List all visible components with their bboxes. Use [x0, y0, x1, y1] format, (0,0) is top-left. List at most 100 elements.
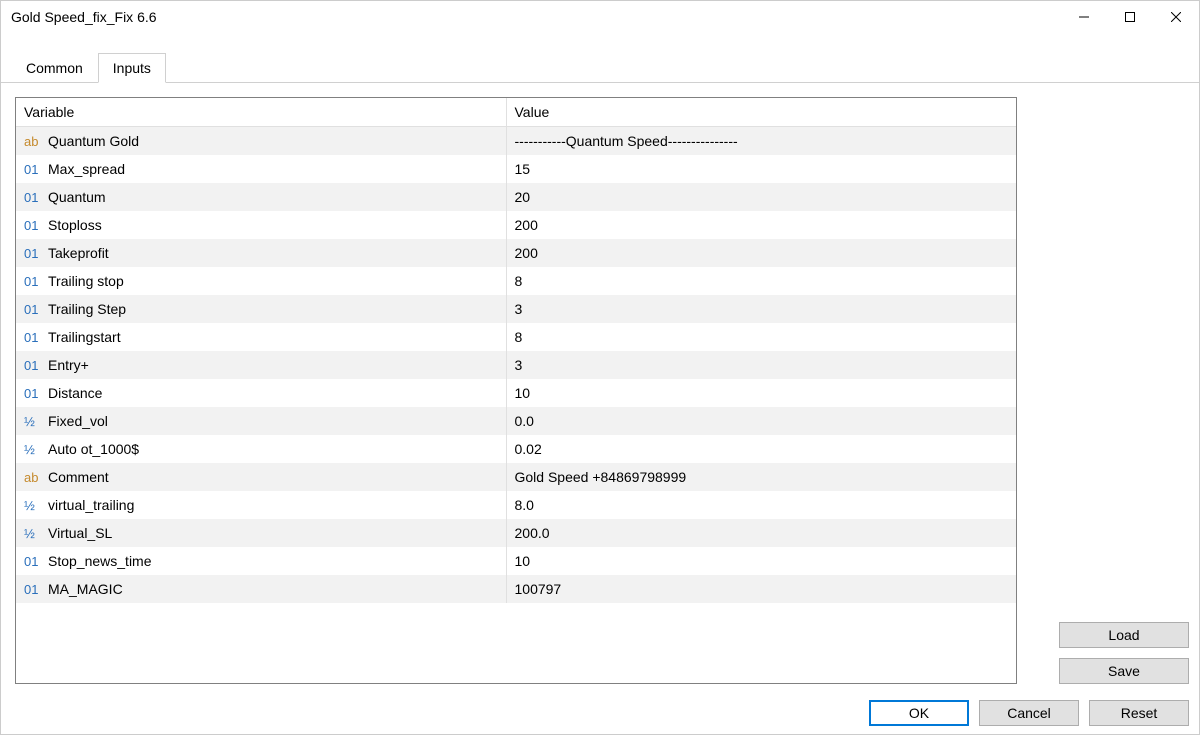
minimize-button[interactable]	[1061, 1, 1107, 33]
type-badge-ab: ab	[24, 470, 44, 485]
table-row[interactable]: 01 Entry+ 3	[16, 351, 1016, 379]
cell-variable: 01Trailingstart	[16, 323, 506, 351]
table-row[interactable]: 01 Stop_news_time 10	[16, 547, 1016, 575]
type-badge-01: 01	[24, 274, 44, 289]
table-row[interactable]: 01Stoploss200	[16, 211, 1016, 239]
variable-name: Takeprofit	[48, 245, 109, 261]
table-row[interactable]: 01Max_spread15	[16, 155, 1016, 183]
type-badge-01: 01	[24, 358, 44, 373]
cell-variable: ab Comment	[16, 463, 506, 491]
variable-name: Max_spread	[48, 161, 125, 177]
cell-value[interactable]: Gold Speed +84869798999	[506, 463, 1016, 491]
cell-value[interactable]: 0.0	[506, 407, 1016, 435]
maximize-button[interactable]	[1107, 1, 1153, 33]
cell-variable: ½virtual_trailing	[16, 491, 506, 519]
content-panel: Variable Value abQuantum Gold-----------…	[1, 83, 1199, 734]
table-row[interactable]: 01 Trailing Step 3	[16, 295, 1016, 323]
save-button[interactable]: Save	[1059, 658, 1189, 684]
table-row[interactable]: 01 Quantum 20	[16, 183, 1016, 211]
cell-value[interactable]: 100797	[506, 575, 1016, 603]
variable-name: Distance	[48, 385, 102, 401]
bottom-button-bar: OK Cancel Reset	[869, 700, 1189, 726]
cell-variable: ½Fixed_vol	[16, 407, 506, 435]
cell-value[interactable]: 20	[506, 183, 1016, 211]
ok-button[interactable]: OK	[869, 700, 969, 726]
cell-variable: 01 Trailing Step	[16, 295, 506, 323]
cell-variable: 01 Takeprofit	[16, 239, 506, 267]
variable-name: Quantum Gold	[48, 133, 139, 149]
cell-variable: 01Max_spread	[16, 155, 506, 183]
tabstrip: Common Inputs	[1, 33, 1199, 83]
variable-name: Stop_news_time	[48, 553, 152, 569]
cell-value[interactable]: 10	[506, 547, 1016, 575]
variable-name: Stoploss	[48, 217, 102, 233]
type-badge-01: 01	[24, 582, 44, 597]
header-variable[interactable]: Variable	[16, 98, 506, 127]
cell-value[interactable]: 200	[506, 211, 1016, 239]
type-badge-frac: ½	[24, 526, 44, 541]
load-button[interactable]: Load	[1059, 622, 1189, 648]
variable-name: virtual_trailing	[48, 497, 134, 513]
cell-variable: ½ Virtual_SL	[16, 519, 506, 547]
inputs-table-grid: Variable Value abQuantum Gold-----------…	[16, 98, 1016, 603]
inputs-table: Variable Value abQuantum Gold-----------…	[15, 97, 1017, 684]
variable-name: Comment	[48, 469, 109, 485]
table-row[interactable]: ½virtual_trailing8.0	[16, 491, 1016, 519]
type-badge-01: 01	[24, 246, 44, 261]
variable-name: Entry+	[48, 357, 89, 373]
cell-value[interactable]: 8	[506, 323, 1016, 351]
minimize-icon	[1079, 12, 1089, 22]
cell-value[interactable]: 15	[506, 155, 1016, 183]
tab-inputs[interactable]: Inputs	[98, 53, 166, 83]
maximize-icon	[1125, 12, 1135, 22]
cell-variable: ½Auto ot_1000$	[16, 435, 506, 463]
variable-name: Fixed_vol	[48, 413, 108, 429]
table-header-row: Variable Value	[16, 98, 1016, 127]
cell-value[interactable]: -----------Quantum Speed---------------	[506, 127, 1016, 155]
tab-common[interactable]: Common	[11, 53, 98, 83]
window-controls	[1061, 1, 1199, 33]
cell-value[interactable]: 8.0	[506, 491, 1016, 519]
variable-name: Trailing stop	[48, 273, 124, 289]
table-row[interactable]: 01 Takeprofit 200	[16, 239, 1016, 267]
close-button[interactable]	[1153, 1, 1199, 33]
header-value[interactable]: Value	[506, 98, 1016, 127]
close-icon	[1171, 12, 1181, 22]
cell-variable: 01 Trailing stop	[16, 267, 506, 295]
cell-value[interactable]: 8	[506, 267, 1016, 295]
cell-variable: 01Distance	[16, 379, 506, 407]
cell-value[interactable]: 3	[506, 295, 1016, 323]
cell-value[interactable]: 200	[506, 239, 1016, 267]
reset-button[interactable]: Reset	[1089, 700, 1189, 726]
table-empty-area	[16, 603, 1016, 684]
cell-value[interactable]: 3	[506, 351, 1016, 379]
table-row[interactable]: ½ Virtual_SL 200.0	[16, 519, 1016, 547]
table-row[interactable]: 01Distance10	[16, 379, 1016, 407]
type-badge-01: 01	[24, 302, 44, 317]
cell-value[interactable]: 0.02	[506, 435, 1016, 463]
table-row[interactable]: 01 MA_MAGIC 100797	[16, 575, 1016, 603]
cell-value[interactable]: 10	[506, 379, 1016, 407]
table-row[interactable]: abQuantum Gold-----------Quantum Speed--…	[16, 127, 1016, 155]
type-badge-01: 01	[24, 554, 44, 569]
type-badge-01: 01	[24, 330, 44, 345]
type-badge-01: 01	[24, 190, 44, 205]
cell-variable: abQuantum Gold	[16, 127, 506, 155]
cell-variable: 01 Stop_news_time	[16, 547, 506, 575]
cell-variable: 01 Entry+	[16, 351, 506, 379]
variable-name: MA_MAGIC	[48, 581, 123, 597]
cancel-button[interactable]: Cancel	[979, 700, 1079, 726]
cell-variable: 01Stoploss	[16, 211, 506, 239]
table-row[interactable]: ½Auto ot_1000$0.02	[16, 435, 1016, 463]
variable-name: Virtual_SL	[48, 525, 112, 541]
table-row[interactable]: 01Trailingstart8	[16, 323, 1016, 351]
variable-name: Trailing Step	[48, 301, 126, 317]
variable-name: Quantum	[48, 189, 106, 205]
cell-value[interactable]: 200.0	[506, 519, 1016, 547]
table-row[interactable]: ab Comment Gold Speed +84869798999	[16, 463, 1016, 491]
table-row[interactable]: 01 Trailing stop 8	[16, 267, 1016, 295]
cell-variable: 01 Quantum	[16, 183, 506, 211]
titlebar: Gold Speed_fix_Fix 6.6	[1, 1, 1199, 33]
variable-name: Auto ot_1000$	[48, 441, 139, 457]
table-row[interactable]: ½Fixed_vol0.0	[16, 407, 1016, 435]
